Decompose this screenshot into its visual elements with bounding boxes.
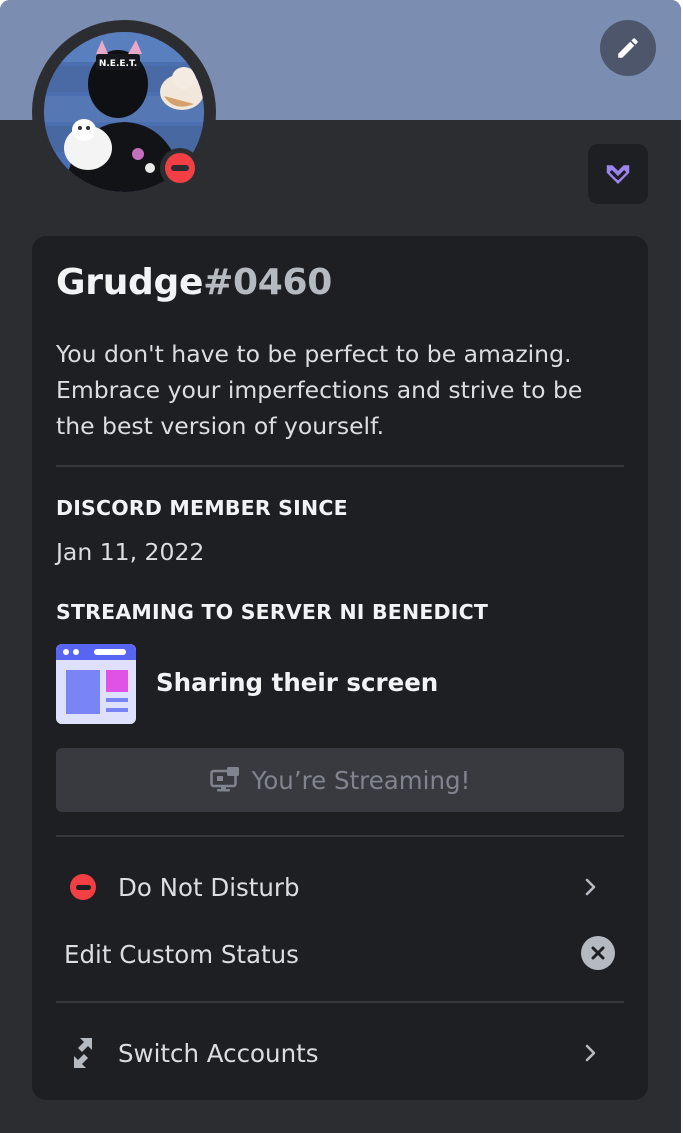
screen-share-icon	[209, 767, 239, 792]
username: Grudge#0460	[56, 262, 332, 303]
divider	[56, 465, 624, 467]
status-label: Do Not Disturb	[118, 872, 300, 902]
discriminator: #0460	[203, 262, 332, 303]
member-since-title: DISCORD MEMBER SINCE	[56, 496, 348, 520]
edit-profile-button[interactable]	[600, 20, 656, 76]
pencil-icon	[618, 38, 638, 58]
dnd-icon	[165, 153, 195, 183]
status-indicator	[160, 148, 200, 188]
screen-share-icon	[56, 644, 136, 724]
chevron-right-icon	[585, 878, 596, 896]
clear-status-button[interactable]	[581, 936, 615, 970]
switch-accounts-icon	[74, 1038, 92, 1068]
youre-streaming-button[interactable]: You’re Streaming!	[56, 748, 624, 812]
hypesquad-icon	[606, 165, 630, 184]
member-since-date: Jan 11, 2022	[56, 538, 205, 566]
about-me-text: You don't have to be perfect to be amazi…	[56, 340, 583, 440]
svg-text:N.E.E.T.: N.E.E.T.	[99, 59, 137, 69]
dnd-icon	[70, 874, 96, 900]
streaming-title: STREAMING TO SERVER NI BENEDICT	[56, 600, 489, 624]
close-icon	[591, 946, 605, 960]
divider	[56, 1001, 624, 1003]
switch-accounts-item[interactable]: Switch Accounts	[56, 1025, 624, 1081]
custom-status-label: Edit Custom Status	[64, 939, 299, 969]
status-selector[interactable]: Do Not Disturb	[56, 859, 624, 915]
profile-card: Grudge#0460 You don't have to be perfect…	[32, 236, 648, 1100]
stream-activity-text: Sharing their screen	[156, 668, 439, 697]
chevron-right-icon	[585, 1044, 596, 1062]
switch-accounts-label: Switch Accounts	[118, 1038, 319, 1068]
profile-badge[interactable]	[588, 144, 648, 204]
user-profile-popout: N.E.E.T. Grudge#0460 You don't have to b…	[0, 0, 681, 1133]
divider	[56, 835, 624, 837]
username-name: Grudge	[56, 262, 204, 303]
youre-streaming-label: You’re Streaming!	[251, 765, 471, 795]
edit-custom-status[interactable]: Edit Custom Status	[64, 926, 564, 982]
